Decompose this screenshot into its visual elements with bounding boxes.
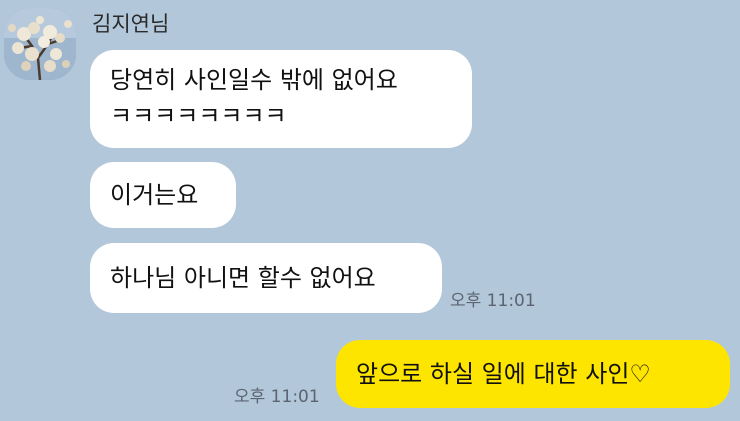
sender-avatar[interactable] xyxy=(4,8,76,80)
message-bubble-outgoing[interactable]: 앞으로 하실 일에 대한 사인♡ xyxy=(336,340,730,408)
message-timestamp: 오후 11:01 xyxy=(234,387,320,407)
message-bubble-incoming[interactable]: 하나님 아니면 할수 없어요 xyxy=(90,243,442,313)
message-text: 당연히 사인일수 밖에 없어요 xyxy=(110,66,398,94)
message-timestamp: 오후 11:01 xyxy=(450,291,536,311)
message-bubble-incoming[interactable]: 이거는요 xyxy=(90,162,236,228)
message-text: 이거는요 xyxy=(110,181,199,209)
message-bubble-incoming[interactable]: 당연히 사인일수 밖에 없어요 ㅋㅋㅋㅋㅋㅋㅋㅋ xyxy=(90,50,472,148)
message-text: ㅋㅋㅋㅋㅋㅋㅋㅋ xyxy=(110,102,287,130)
message-text: 앞으로 하실 일에 대한 사인♡ xyxy=(356,360,651,388)
sender-name: 김지연님 xyxy=(92,12,170,36)
profile-photo-icon xyxy=(4,8,76,80)
message-text: 하나님 아니면 할수 없어요 xyxy=(110,264,376,292)
